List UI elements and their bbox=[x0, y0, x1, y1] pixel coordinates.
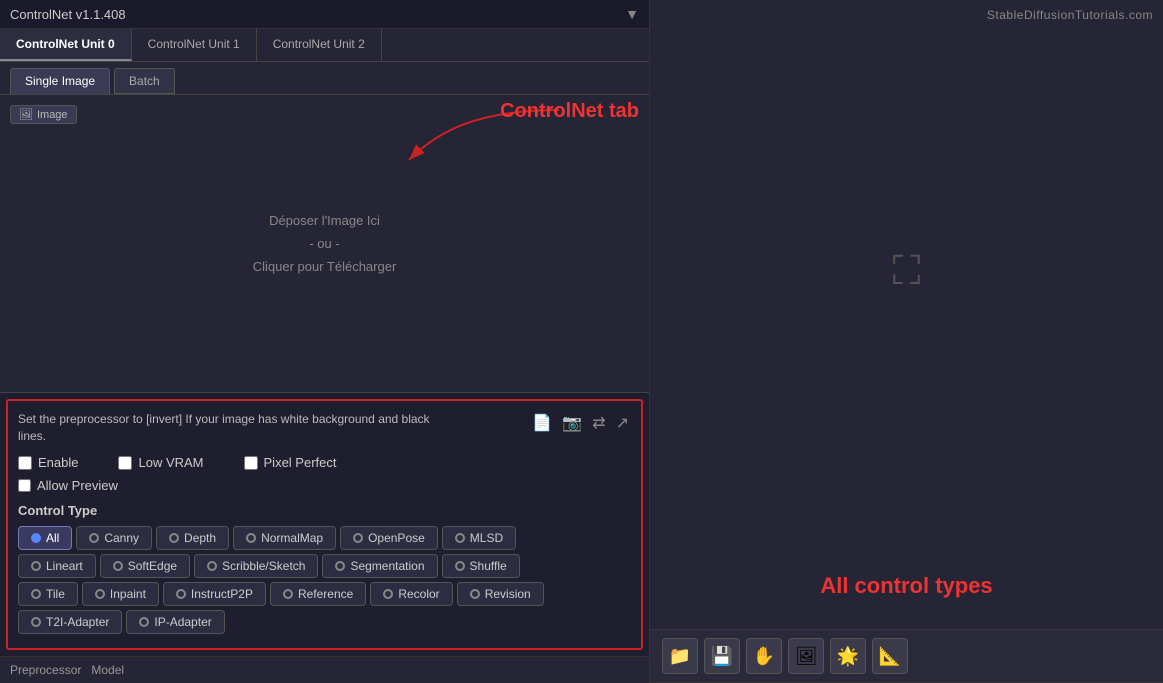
controlnet-tab-annotation: ControlNet tab bbox=[500, 100, 639, 123]
ctrl-revision[interactable]: Revision bbox=[457, 582, 544, 606]
right-toolbar: 📁 💾 ✋ 🖼 🌟 📐 bbox=[650, 629, 1163, 682]
ctrl-recolor[interactable]: Recolor bbox=[370, 582, 452, 606]
right-content: ⛶ All control types 📁 💾 ✋ 🖼 🌟 📐 bbox=[650, 0, 1163, 682]
info-icons: 📄 📷 ⇄ ↗ bbox=[530, 411, 631, 435]
ctrl-normalmap[interactable]: NormalMap bbox=[233, 526, 336, 550]
low-vram-checkbox-input[interactable] bbox=[118, 456, 132, 470]
radio-scribble-icon bbox=[207, 561, 217, 571]
control-types-row-2: Lineart SoftEdge Scribble/Sketch Segment… bbox=[18, 554, 631, 578]
ctrl-reference[interactable]: Reference bbox=[270, 582, 366, 606]
radio-softedge-icon bbox=[113, 561, 123, 571]
control-types-row-1: All Canny Depth NormalMap OpenPose bbox=[18, 526, 631, 550]
image-icon-btn[interactable]: 🖼 bbox=[788, 638, 824, 674]
ctrl-instructp2p[interactable]: InstructP2P bbox=[163, 582, 266, 606]
radio-mlsd-icon bbox=[455, 533, 465, 543]
radio-openpose-icon bbox=[353, 533, 363, 543]
radio-revision-icon bbox=[470, 589, 480, 599]
radio-all-icon bbox=[31, 533, 41, 543]
enable-checkbox[interactable]: Enable bbox=[18, 455, 78, 470]
swap-icon-btn[interactable]: ⇄ bbox=[590, 411, 607, 435]
control-types-row-3: Tile Inpaint InstructP2P Reference Recol… bbox=[18, 582, 631, 606]
preprocessor-model-row: Preprocessor Model bbox=[0, 656, 649, 683]
ctrl-t2iadapter[interactable]: T2I-Adapter bbox=[18, 610, 122, 634]
info-text: Set the preprocessor to [invert] If your… bbox=[18, 411, 458, 445]
radio-depth-icon bbox=[169, 533, 179, 543]
right-image-area: ⛶ All control types 📁 💾 ✋ 🖼 🌟 📐 bbox=[650, 0, 1163, 683]
unit-tab-0[interactable]: ControlNet Unit 0 bbox=[0, 29, 132, 61]
ctrl-lineart[interactable]: Lineart bbox=[18, 554, 96, 578]
hand-icon-btn[interactable]: ✋ bbox=[746, 638, 782, 674]
radio-instructp2p-icon bbox=[176, 589, 186, 599]
single-image-tab[interactable]: Single Image bbox=[10, 68, 110, 94]
watermark: StableDiffusionTutorials.com bbox=[987, 8, 1153, 22]
ctrl-ipadapter[interactable]: IP-Adapter bbox=[126, 610, 224, 634]
mode-tabs-container: Single Image Batch bbox=[0, 62, 649, 95]
radio-normalmap-icon bbox=[246, 533, 256, 543]
all-control-types-annotation: All control types bbox=[650, 543, 1163, 629]
pixel-perfect-checkbox[interactable]: Pixel Perfect bbox=[244, 455, 337, 470]
ctrl-tile[interactable]: Tile bbox=[18, 582, 78, 606]
radio-ipadapter-icon bbox=[139, 617, 149, 627]
checkboxes-row: Enable Low VRAM Pixel Perfect bbox=[18, 455, 631, 470]
radio-t2iadapter-icon bbox=[31, 617, 41, 627]
ruler-icon-btn[interactable]: 📐 bbox=[872, 638, 908, 674]
upload-text: Déposer l'Image Ici - ou - Cliquer pour … bbox=[253, 209, 397, 279]
ctrl-all[interactable]: All bbox=[18, 526, 72, 550]
image-empty-icon: ⛶ bbox=[893, 249, 921, 294]
right-panel: StableDiffusionTutorials.com ⛶ All contr… bbox=[650, 0, 1163, 683]
image-icon: 🖼 bbox=[19, 108, 33, 121]
model-label: Model bbox=[91, 663, 124, 677]
control-type-label: Control Type bbox=[18, 503, 631, 518]
ctrl-shuffle[interactable]: Shuffle bbox=[442, 554, 520, 578]
radio-segmentation-icon bbox=[335, 561, 345, 571]
controlnet-settings-section: Set the preprocessor to [invert] If your… bbox=[6, 399, 643, 650]
info-row: Set the preprocessor to [invert] If your… bbox=[18, 411, 631, 445]
preprocessor-label: Preprocessor bbox=[10, 663, 81, 677]
radio-lineart-icon bbox=[31, 561, 41, 571]
upload-icon-btn[interactable]: 📄 bbox=[530, 411, 554, 435]
allow-preview-row[interactable]: Allow Preview bbox=[18, 478, 631, 493]
unit-tab-1[interactable]: ControlNet Unit 1 bbox=[132, 29, 257, 61]
ctrl-scribble[interactable]: Scribble/Sketch bbox=[194, 554, 318, 578]
save-icon-btn[interactable]: 💾 bbox=[704, 638, 740, 674]
radio-reference-icon bbox=[283, 589, 293, 599]
folder-icon-btn[interactable]: 📁 bbox=[662, 638, 698, 674]
right-image-placeholder: ⛶ bbox=[650, 0, 1163, 543]
radio-inpaint-icon bbox=[95, 589, 105, 599]
app-title: ControlNet v1.1.408 bbox=[10, 7, 126, 22]
allow-preview-checkbox[interactable] bbox=[18, 479, 31, 492]
radio-shuffle-icon bbox=[455, 561, 465, 571]
ctrl-segmentation[interactable]: Segmentation bbox=[322, 554, 437, 578]
control-types-row-4: T2I-Adapter IP-Adapter bbox=[18, 610, 631, 634]
low-vram-checkbox[interactable]: Low VRAM bbox=[118, 455, 203, 470]
ctrl-softedge[interactable]: SoftEdge bbox=[100, 554, 190, 578]
dropdown-arrow-icon[interactable]: ▼ bbox=[625, 6, 639, 22]
enable-checkbox-input[interactable] bbox=[18, 456, 32, 470]
ctrl-openpose[interactable]: OpenPose bbox=[340, 526, 438, 550]
ctrl-inpaint[interactable]: Inpaint bbox=[82, 582, 159, 606]
radio-tile-icon bbox=[31, 589, 41, 599]
ctrl-depth[interactable]: Depth bbox=[156, 526, 229, 550]
radio-canny-icon bbox=[89, 533, 99, 543]
image-label: 🖼 Image bbox=[10, 105, 77, 124]
unit-tab-2[interactable]: ControlNet Unit 2 bbox=[257, 29, 382, 61]
send-icon-btn[interactable]: ↗ bbox=[614, 411, 631, 435]
title-bar: ControlNet v1.1.408 ▼ bbox=[0, 0, 649, 29]
ctrl-canny[interactable]: Canny bbox=[76, 526, 152, 550]
radio-recolor-icon bbox=[383, 589, 393, 599]
pixel-perfect-checkbox-input[interactable] bbox=[244, 456, 258, 470]
image-upload-area[interactable]: ControlNet tab 🖼 Image Déposer l'Image I… bbox=[0, 95, 649, 393]
star-icon-btn[interactable]: 🌟 bbox=[830, 638, 866, 674]
camera-icon-btn[interactable]: 📷 bbox=[560, 411, 584, 435]
batch-tab[interactable]: Batch bbox=[114, 68, 175, 94]
unit-tabs-container: ControlNet Unit 0 ControlNet Unit 1 Cont… bbox=[0, 29, 649, 62]
ctrl-mlsd[interactable]: MLSD bbox=[442, 526, 516, 550]
